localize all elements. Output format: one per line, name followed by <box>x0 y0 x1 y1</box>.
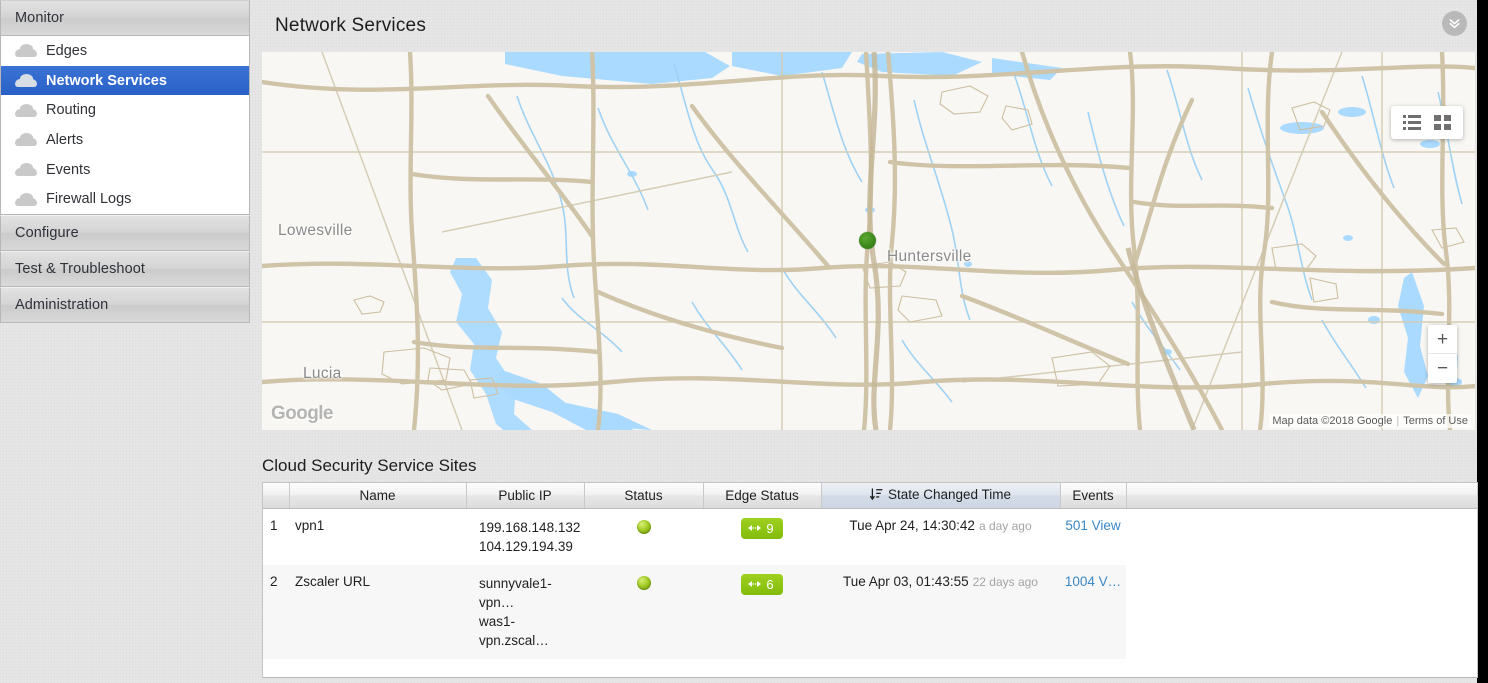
grid-view-icon <box>1433 115 1451 130</box>
edge-status-count: 9 <box>766 520 774 536</box>
cell-edge-status: 6 <box>703 564 821 659</box>
public-ip-line-2: 104.129.194.39 <box>479 538 573 554</box>
bidirectional-arrow-icon <box>748 525 762 531</box>
cloud-icon <box>15 133 37 147</box>
sidebar-item-label: Alerts <box>46 131 84 148</box>
edge-status-badge[interactable]: 6 <box>741 573 783 595</box>
sort-descending-icon <box>870 488 883 504</box>
list-view-icon <box>1403 115 1421 130</box>
state-changed-relative: 22 days ago <box>972 574 1038 589</box>
events-link[interactable]: 501 View <box>1065 518 1120 533</box>
sidebar-item-label: Firewall Logs <box>46 191 132 208</box>
sidebar-item-alerts[interactable]: Alerts <box>1 125 249 155</box>
column-header-name[interactable]: Name <box>289 483 467 509</box>
cloud-icon <box>15 163 37 177</box>
map-zoom-controls: + − <box>1428 325 1457 383</box>
cell-filler <box>1126 564 1477 659</box>
sidebar-item-network-services[interactable]: Network Services <box>1 65 249 96</box>
terms-of-use-link[interactable]: Terms of Use <box>1403 415 1468 427</box>
column-header-edge-status[interactable]: Edge Status <box>703 483 822 509</box>
sidebar-item-label: Edges <box>46 42 88 59</box>
column-header-events[interactable]: Events <box>1060 483 1127 509</box>
grid-title: Cloud Security Service Sites <box>262 456 477 475</box>
map-view-toggle <box>1391 106 1463 139</box>
bidirectional-arrow-icon <box>748 581 762 587</box>
table-row[interactable]: 2 Zscaler URL sunnyvale1-vpn… was1-vpn.z… <box>263 564 1477 659</box>
cell-status <box>584 564 703 659</box>
grid-view-button[interactable] <box>1427 109 1457 136</box>
cloud-security-service-sites-grid: Name Public IP Status Edge Status State … <box>262 482 1478 678</box>
cell-state-changed-time: Tue Apr 24, 14:30:42 a day ago <box>821 508 1060 565</box>
sidebar-item-label: Routing <box>46 102 96 119</box>
cell-events: 1004 V… <box>1060 564 1126 659</box>
map-attribution: Map data ©2018 Google | Terms of Use <box>1269 414 1471 428</box>
attribution-separator: | <box>1396 415 1400 427</box>
table-row[interactable]: 1 vpn1 199.168.148.132 104.129.194.39 9 … <box>263 508 1477 565</box>
sidebar-item-edges[interactable]: Edges <box>1 36 249 66</box>
state-changed-timestamp: Tue Apr 03, 01:43:55 <box>843 573 969 589</box>
edge-status-badge[interactable]: 9 <box>741 517 783 539</box>
cloud-icon <box>15 74 37 88</box>
right-gutter <box>1477 0 1488 683</box>
cell-filler <box>1126 508 1477 565</box>
public-ip-line-1: 199.168.148.132 <box>479 519 581 535</box>
cell-name: vpn1 <box>295 517 325 533</box>
map-zoom-in-button[interactable]: + <box>1428 325 1457 354</box>
cell-public-ip: sunnyvale1-vpn… was1-vpn.zscal… <box>466 564 584 659</box>
column-header-state-changed-time[interactable]: State Changed Time <box>821 483 1061 509</box>
sidebar-item-events[interactable]: Events <box>1 155 249 185</box>
chevron-double-down-icon <box>1449 19 1460 29</box>
column-header-public-ip[interactable]: Public IP <box>466 483 585 509</box>
public-ip-line-2: was1-vpn.zscal… <box>479 613 549 648</box>
sidebar-item-label: Events <box>46 161 91 178</box>
cell-status <box>584 508 703 565</box>
cell-edge-status: 9 <box>703 508 821 565</box>
cell-public-ip: 199.168.148.132 104.129.194.39 <box>466 508 584 565</box>
cell-events: 501 View <box>1060 508 1126 565</box>
sidebar-item-label: Network Services <box>46 72 167 89</box>
sidebar-monitor-items: Edges Network Services Routing Alerts Ev… <box>0 36 250 216</box>
column-header-rownum[interactable] <box>263 483 290 509</box>
status-up-orb <box>636 575 651 590</box>
column-header-filler <box>1126 483 1477 509</box>
sidebar-section-label: Test & Troubleshoot <box>15 261 146 278</box>
state-changed-relative: a day ago <box>978 518 1032 533</box>
sidebar-section-label: Administration <box>15 297 109 314</box>
status-up-orb <box>636 519 651 534</box>
sidebar-item-firewall-logs[interactable]: Firewall Logs <box>1 184 249 214</box>
map-marker-site[interactable] <box>859 232 876 249</box>
sidebar-section-configure[interactable]: Configure <box>0 215 250 252</box>
collapse-panel-button[interactable] <box>1442 11 1467 36</box>
events-link[interactable]: 1004 V… <box>1065 574 1121 589</box>
public-ip-line-1: sunnyvale1-vpn… <box>479 575 552 610</box>
cell-name: Zscaler URL <box>289 564 466 659</box>
sidebar-section-monitor[interactable]: Monitor <box>0 0 250 36</box>
map-zoom-out-button[interactable]: − <box>1428 354 1457 383</box>
map-attribution-text: Map data ©2018 Google <box>1272 415 1393 427</box>
sidebar-section-administration[interactable]: Administration <box>0 287 250 324</box>
application-window: Monitor Edges Network Services Routing A… <box>0 0 1488 683</box>
sidebar-section-test-troubleshoot[interactable]: Test & Troubleshoot <box>0 251 250 288</box>
main-content: Network Services Lowesville Huntersville… <box>262 0 1478 683</box>
column-header-label: State Changed Time <box>887 486 1012 502</box>
table-header-row: Name Public IP Status Edge Status State … <box>263 483 1477 509</box>
sidebar-section-label: Configure <box>15 225 79 242</box>
cloud-icon <box>15 192 37 206</box>
map-panel[interactable]: Lowesville Huntersville Lucia Google + −… <box>262 52 1475 430</box>
cloud-icon <box>15 44 37 58</box>
cell-state-changed-time: Tue Apr 03, 01:43:55 22 days ago <box>821 564 1060 659</box>
sites-table: Name Public IP Status Edge Status State … <box>263 483 1477 659</box>
cloud-icon <box>15 103 37 117</box>
sidebar-item-routing[interactable]: Routing <box>1 95 249 125</box>
state-changed-timestamp: Tue Apr 24, 14:30:42 <box>849 517 975 533</box>
sidebar: Monitor Edges Network Services Routing A… <box>0 0 250 683</box>
page-title: Network Services <box>275 15 427 36</box>
sidebar-section-label: Monitor <box>15 10 65 26</box>
column-header-status[interactable]: Status <box>584 483 704 509</box>
list-view-button[interactable] <box>1397 109 1427 136</box>
cell-rownum: 1 <box>270 517 278 533</box>
edge-status-count: 6 <box>766 576 774 592</box>
cell-rownum: 2 <box>263 564 289 659</box>
